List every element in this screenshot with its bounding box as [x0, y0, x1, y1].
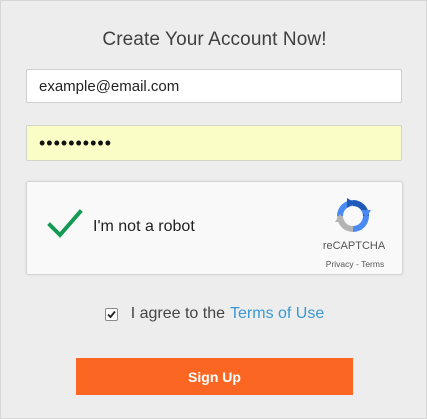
link-separator: -: [353, 259, 362, 269]
recaptcha-widget: I'm not a robot reCAPTCHA Privacy - Term…: [26, 181, 403, 275]
check-icon[interactable]: [47, 208, 83, 240]
sign-up-button[interactable]: Sign Up: [76, 358, 353, 395]
recaptcha-logo-icon: [335, 198, 371, 232]
captcha-label: I'm not a robot: [93, 218, 195, 235]
password-field[interactable]: [26, 125, 402, 161]
agree-prefix: I agree to the: [130, 305, 226, 322]
email-field[interactable]: [26, 69, 402, 103]
privacy-link[interactable]: Privacy: [326, 259, 354, 269]
checkbox-checked-icon: [107, 310, 116, 318]
recaptcha-links: Privacy - Terms: [315, 259, 395, 269]
agree-checkbox[interactable]: [104, 307, 118, 321]
recaptcha-terms-link[interactable]: Terms: [361, 259, 384, 269]
terms-of-use-link[interactable]: Terms of Use: [230, 305, 324, 323]
recaptcha-brand: reCAPTCHA: [322, 240, 386, 252]
page-title: Create Your Account Now!: [102, 29, 327, 50]
terms-agreement-row: I agree to the Terms of Use: [1, 305, 427, 326]
signup-panel: Create Your Account Now! I'm not a robot…: [0, 0, 427, 419]
